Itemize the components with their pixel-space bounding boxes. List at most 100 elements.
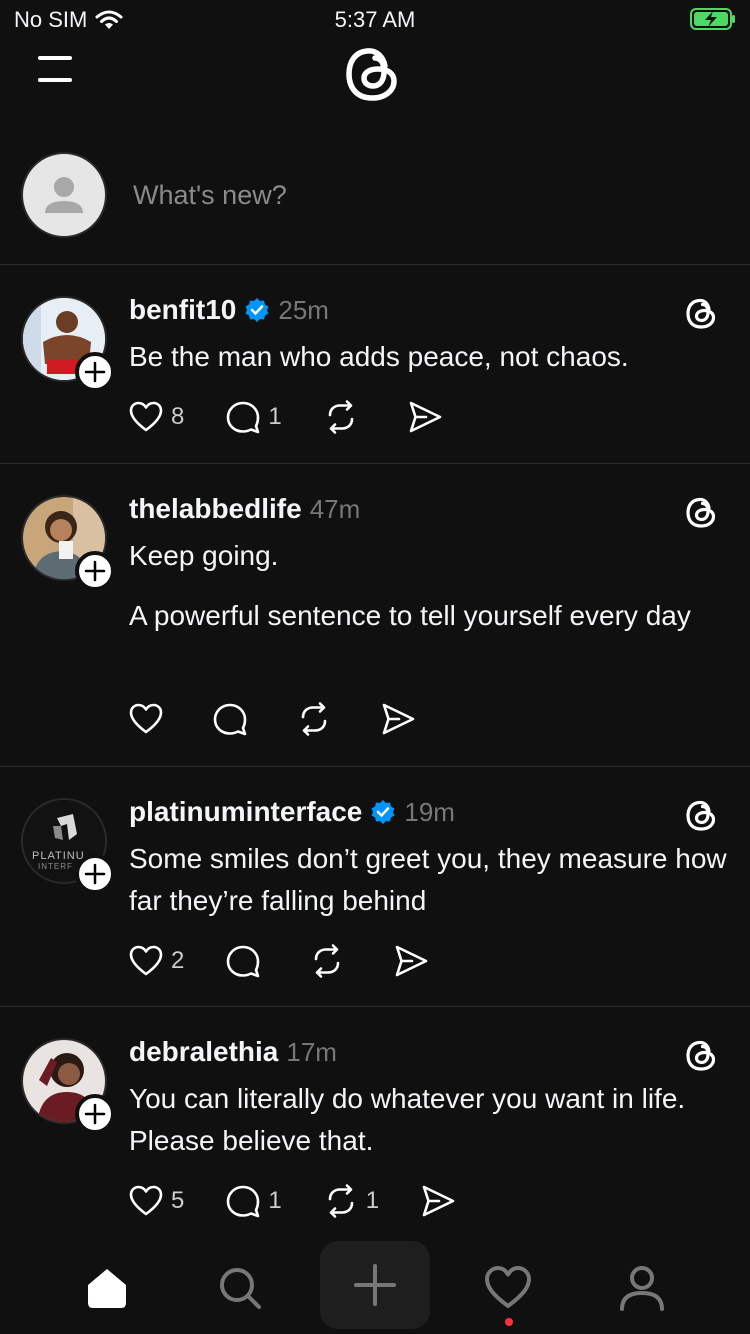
- profile-icon: [620, 1266, 664, 1311]
- repost-icon: [301, 702, 327, 736]
- avatar-brand-subtext: INTERF: [38, 862, 73, 871]
- like-count: 8: [171, 403, 185, 430]
- post-actions: 2: [127, 942, 470, 980]
- repost-button[interactable]: [308, 942, 346, 980]
- follow-button[interactable]: [75, 352, 115, 392]
- avatar-brand-text: PLATINU: [32, 850, 85, 862]
- username[interactable]: debralethia: [129, 1036, 278, 1068]
- post-actions: [127, 700, 457, 738]
- search-icon: [220, 1268, 261, 1309]
- post-actions: 5 1 1: [127, 1182, 497, 1220]
- plus-icon: [84, 361, 106, 383]
- post-text: Some smiles don’t greet you, they measur…: [129, 843, 727, 916]
- like-button[interactable]: 2: [127, 942, 184, 980]
- post-platinuminterface[interactable]: PLATINU INTERF platinuminterface 19m Som…: [0, 766, 750, 1006]
- like-button[interactable]: 5: [127, 1182, 184, 1220]
- share-button[interactable]: [379, 700, 417, 738]
- post-thelabbedlife[interactable]: thelabbedlife 47m Keep going. A powerful…: [0, 463, 750, 766]
- composer[interactable]: What's new?: [0, 152, 750, 242]
- plus-icon: [354, 1264, 396, 1306]
- reply-button[interactable]: [211, 700, 249, 738]
- tab-bar: [0, 1240, 750, 1334]
- reply-button[interactable]: [224, 942, 262, 980]
- username[interactable]: thelabbedlife: [129, 493, 302, 525]
- threads-icon[interactable]: [683, 294, 721, 332]
- post-time: 25m: [278, 294, 329, 325]
- follow-button[interactable]: [75, 854, 115, 894]
- reply-button[interactable]: 1: [224, 398, 282, 436]
- post-text-second-paragraph: A powerful sentence to tell yourself eve…: [129, 600, 691, 631]
- post-header: thelabbedlife 47m: [129, 493, 360, 525]
- share-button[interactable]: [419, 1182, 457, 1220]
- threads-icon[interactable]: [683, 493, 721, 531]
- send-icon: [396, 945, 428, 977]
- post-time: 47m: [309, 493, 361, 524]
- home-icon: [88, 1269, 126, 1308]
- like-button[interactable]: [127, 700, 165, 738]
- threads-logo-icon[interactable]: [341, 40, 407, 106]
- repost-icon: [328, 1184, 354, 1218]
- comment-icon: [227, 1185, 260, 1218]
- post-text: Be the man who adds peace, not chaos.: [129, 341, 629, 372]
- heart-icon: [129, 945, 163, 976]
- status-bar: No SIM 5:37 AM: [0, 0, 750, 40]
- tab-search[interactable]: [208, 1256, 272, 1320]
- follow-button[interactable]: [75, 551, 115, 591]
- threads-icon[interactable]: [683, 1036, 721, 1074]
- post-debralethia[interactable]: debralethia 17m You can literally do wha…: [0, 1006, 750, 1240]
- avatar[interactable]: [21, 152, 107, 238]
- plus-icon: [84, 1103, 106, 1125]
- tab-activity[interactable]: [476, 1256, 540, 1320]
- post-time: 17m: [286, 1036, 337, 1067]
- send-icon: [422, 1185, 455, 1217]
- post-benfit10[interactable]: benfit10 25m Be the man who adds peace, …: [0, 264, 750, 463]
- post-header: platinuminterface 19m: [129, 796, 455, 828]
- top-bar: [0, 40, 750, 110]
- user-placeholder-icon: [45, 177, 83, 213]
- repost-button[interactable]: [295, 700, 333, 738]
- heart-icon: [129, 401, 163, 432]
- tab-profile[interactable]: [610, 1256, 674, 1320]
- comment-icon: [227, 945, 260, 978]
- share-button[interactable]: [392, 942, 430, 980]
- whats-new-input[interactable]: What's new?: [133, 180, 287, 211]
- menu-icon[interactable]: [36, 52, 76, 84]
- repost-count: 1: [365, 1187, 380, 1214]
- verified-badge-icon: [371, 800, 395, 824]
- repost-icon: [315, 944, 340, 978]
- post-time: 19m: [404, 796, 455, 827]
- like-count: 5: [171, 1187, 185, 1214]
- send-icon: [409, 401, 442, 433]
- username[interactable]: benfit10: [129, 294, 236, 326]
- tab-home[interactable]: [75, 1256, 139, 1320]
- heart-icon: [485, 1266, 531, 1308]
- repost-button[interactable]: 1: [322, 1182, 379, 1220]
- plus-icon: [84, 560, 106, 582]
- comment-icon: [213, 703, 247, 736]
- comment-icon: [227, 401, 260, 434]
- plus-icon: [84, 863, 106, 885]
- like-button[interactable]: 8: [127, 398, 184, 436]
- post-actions: 8 1: [127, 398, 484, 436]
- clock: 5:37 AM: [334, 7, 416, 32]
- share-button[interactable]: [406, 398, 444, 436]
- notification-dot: [505, 1318, 513, 1326]
- post-header: benfit10 25m: [129, 294, 329, 326]
- repost-icon: [328, 400, 354, 434]
- threads-icon[interactable]: [683, 796, 721, 834]
- reply-button[interactable]: 1: [224, 1182, 282, 1220]
- reply-count: 1: [268, 1187, 282, 1214]
- send-icon: [382, 703, 415, 735]
- reply-count: 1: [268, 403, 282, 430]
- tab-create[interactable]: [320, 1241, 430, 1329]
- post-text: Keep going.: [129, 540, 279, 571]
- heart-icon: [129, 1185, 163, 1216]
- repost-button[interactable]: [322, 398, 366, 436]
- post-text: You can literally do whatever you want i…: [129, 1083, 686, 1156]
- heart-icon: [129, 703, 163, 734]
- username[interactable]: platinuminterface: [129, 796, 362, 828]
- battery-charging-icon: [690, 8, 735, 30]
- post-header: debralethia 17m: [129, 1036, 337, 1068]
- follow-button[interactable]: [75, 1094, 115, 1134]
- like-count: 2: [171, 947, 185, 974]
